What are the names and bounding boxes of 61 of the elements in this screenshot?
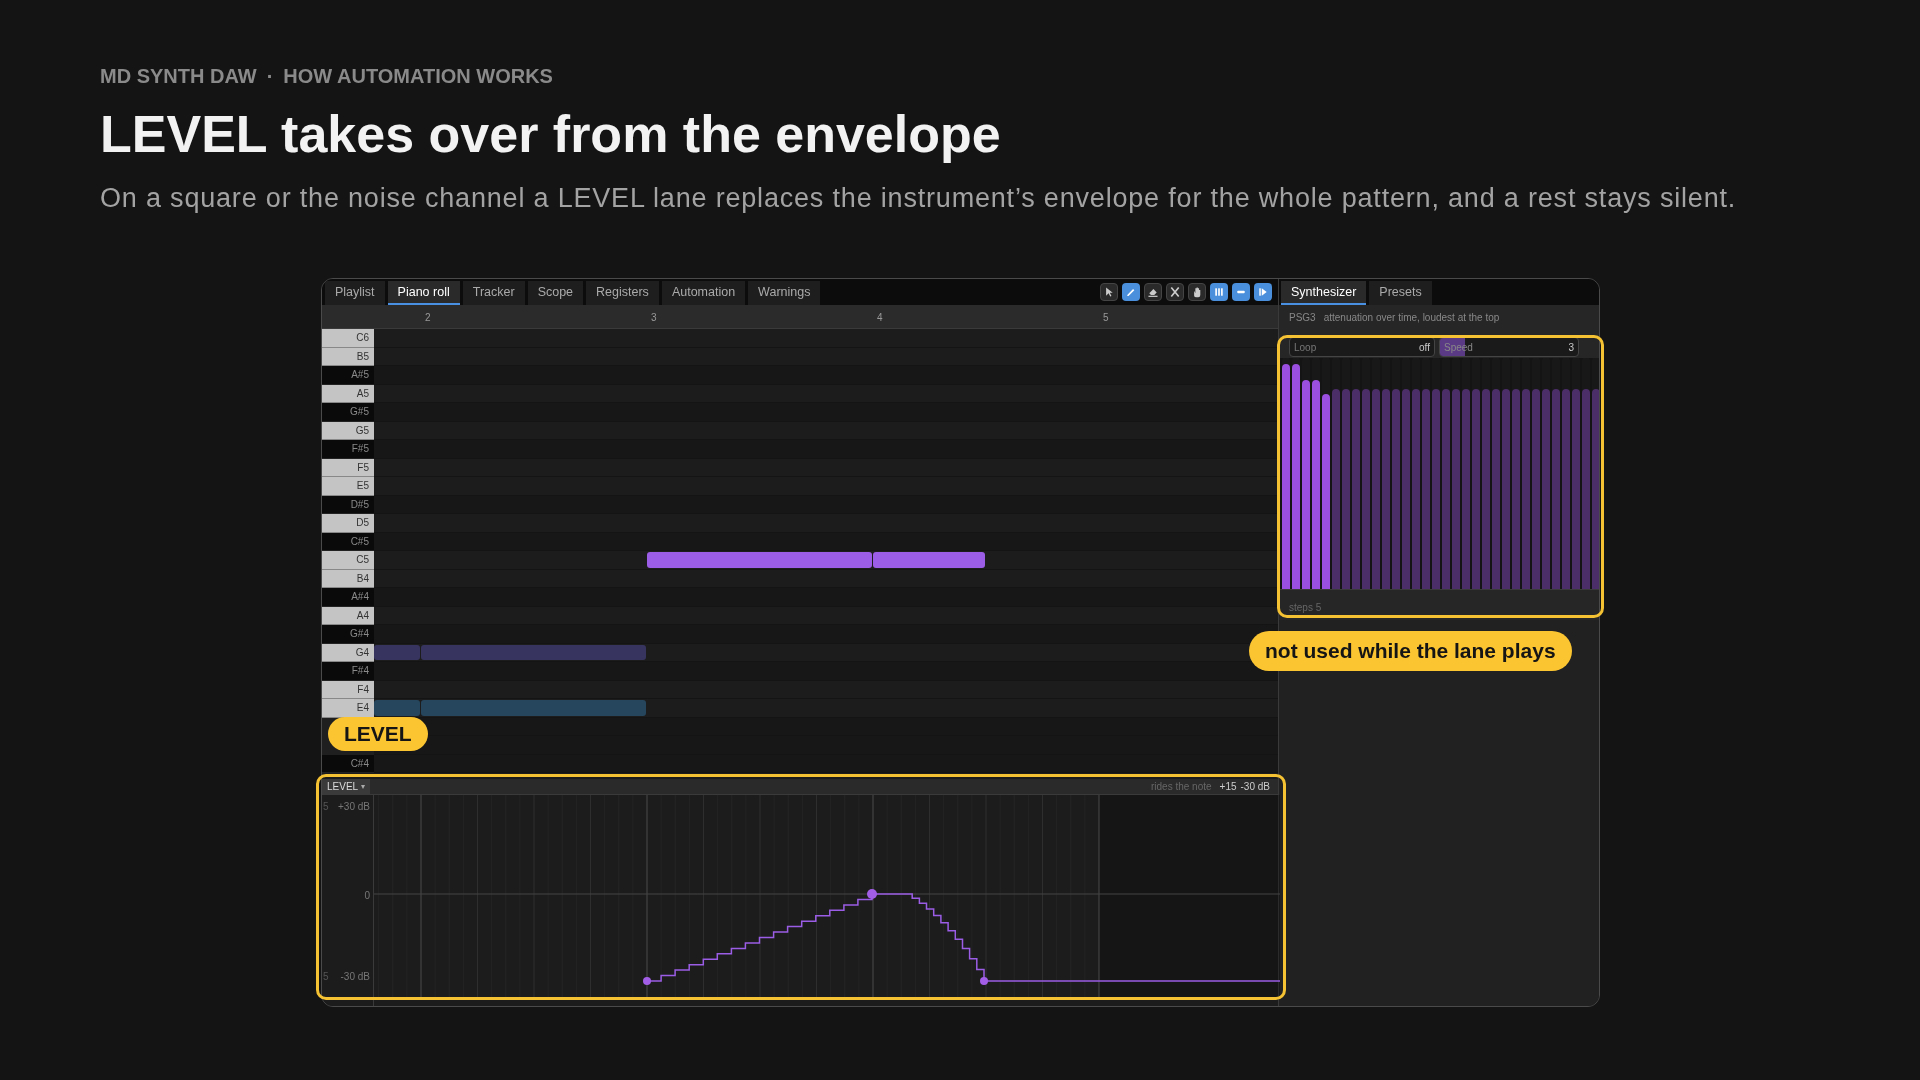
tab[interactable]: Piano roll: [387, 281, 460, 305]
automation-point[interactable]: [867, 889, 877, 899]
tab[interactable]: Presets: [1369, 281, 1432, 305]
note[interactable]: [873, 552, 985, 568]
dash-icon[interactable]: [1232, 283, 1250, 301]
tab[interactable]: Automation: [661, 281, 746, 305]
piano-key[interactable]: C#4: [322, 754, 374, 773]
eraser-icon[interactable]: [1144, 283, 1162, 301]
bar-number: 3: [651, 311, 657, 325]
channel-label: PSG3: [1289, 311, 1316, 325]
bar-number: 5: [1103, 311, 1109, 325]
piano-key[interactable]: C6: [322, 329, 374, 348]
note[interactable]: [421, 644, 646, 660]
tab[interactable]: Registers: [586, 281, 659, 305]
piano-key[interactable]: E4: [322, 699, 374, 718]
page-title: LEVEL takes over from the envelope: [100, 104, 1001, 164]
note[interactable]: [374, 644, 420, 660]
note[interactable]: [647, 552, 872, 568]
note[interactable]: [421, 700, 646, 716]
range-value: +15: [1219, 780, 1237, 794]
loop-field[interactable]: Loop off: [1289, 337, 1435, 357]
piano-key[interactable]: A#4: [322, 588, 374, 607]
tab[interactable]: Synthesizer: [1281, 281, 1367, 305]
axis-label: +30 dB: [338, 800, 370, 814]
description-text: attenuation over time, loudest at the top: [1323, 311, 1500, 325]
page-subtitle: On a square or the noise channel a LEVEL lane replaces the instrument’s envelope for the whole pattern, and a rest stays silent.: [100, 182, 1737, 214]
lane-hint: rides the note: [1150, 780, 1212, 794]
piano-key[interactable]: G#5: [322, 403, 374, 422]
piano-key[interactable]: D5: [322, 514, 374, 533]
callout-badge: LEVEL: [328, 717, 428, 751]
automation-point[interactable]: [643, 977, 651, 985]
bar-number: 4: [877, 311, 883, 325]
play-icon[interactable]: [1254, 283, 1272, 301]
envelope-bar[interactable]: [1322, 394, 1330, 589]
bars-icon[interactable]: [1210, 283, 1228, 301]
parameter-dropdown[interactable]: LEVEL ▾: [322, 778, 371, 795]
tab[interactable]: Warnings: [748, 281, 821, 305]
note[interactable]: [374, 700, 420, 716]
piano-key[interactable]: G#4: [322, 625, 374, 644]
callout-badge: not used while the lane plays: [1249, 631, 1572, 671]
tab[interactable]: Tracker: [462, 281, 525, 305]
automation-point[interactable]: [980, 977, 988, 985]
piano-key[interactable]: A#5: [322, 366, 374, 385]
steps-label: steps 5: [1289, 602, 1322, 613]
piano-key[interactable]: E5: [322, 477, 374, 496]
cross-icon[interactable]: [1166, 283, 1184, 301]
piano-key[interactable]: F#5: [322, 440, 374, 459]
range-value: -30 dB: [1240, 780, 1270, 794]
tab[interactable]: Playlist: [325, 281, 385, 305]
axis-label: -30 dB: [340, 970, 370, 984]
piano-key[interactable]: C5: [322, 551, 374, 570]
axis-label: 0: [364, 889, 370, 903]
pointer-icon[interactable]: [1100, 283, 1118, 301]
pencil-icon[interactable]: [1122, 283, 1140, 301]
breadcrumb-text: HOW AUTOMATION WORKS: [283, 64, 553, 89]
piano-key[interactable]: F#4: [322, 662, 374, 681]
separator-dot: ·: [266, 64, 274, 89]
tab[interactable]: Scope: [527, 281, 584, 305]
bar-number: 2: [425, 311, 431, 325]
breadcrumb-text: MD SYNTH DAW: [100, 64, 257, 89]
hand-icon[interactable]: [1188, 283, 1206, 301]
